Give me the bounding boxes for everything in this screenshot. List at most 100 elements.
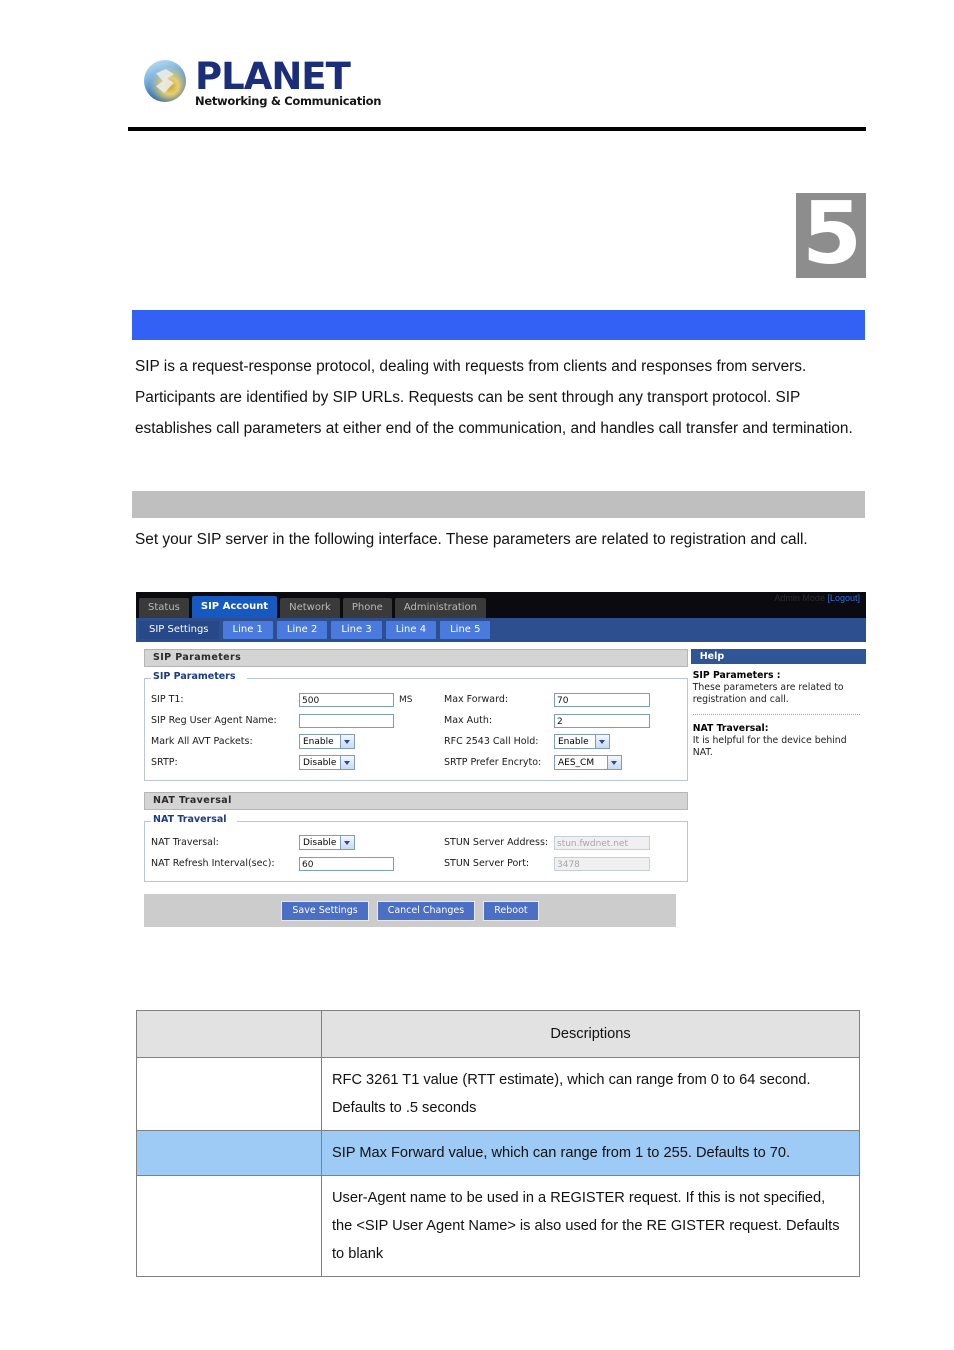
subtab-line-1[interactable]: Line 1	[222, 621, 273, 639]
cell-description: SIP Max Forward value, which can range f…	[321, 1130, 860, 1176]
chevron-down-icon[interactable]	[607, 756, 621, 769]
cell-parameter-name	[136, 1057, 322, 1131]
cancel-changes-button[interactable]: Cancel Changes	[376, 900, 476, 921]
chapter-number-badge: 5	[796, 191, 866, 278]
cell-parameter-name	[136, 1175, 322, 1277]
chevron-down-icon[interactable]	[340, 756, 354, 769]
mark-all-avt-packets-value: Enable	[303, 736, 334, 747]
page-header: PLANET Networking & Communication	[0, 0, 954, 140]
sip-t1-label: SIP T1:	[151, 694, 184, 705]
chapter-title-bar	[132, 310, 865, 340]
srtp-value: Disable	[303, 757, 337, 768]
logo-wordmark: PLANET	[195, 55, 351, 98]
planet-logo: PLANET Networking & Communication	[144, 58, 381, 108]
field-mark-all-avt-packets: Mark All AVT Packets: Enable	[151, 734, 444, 749]
table-header-row: Descriptions	[136, 1010, 860, 1058]
sip-parameters-legend: SIP Parameters	[151, 671, 240, 682]
srtp-prefer-encryto-label: SRTP Prefer Encryto:	[444, 757, 542, 768]
nat-traversal-panel-title: NAT Traversal	[144, 792, 688, 810]
header-divider-rule	[128, 127, 866, 131]
sip-legend-rule	[246, 678, 687, 679]
sip-parameters-panel-title: SIP Parameters	[144, 649, 688, 667]
logo-text-block: PLANET Networking & Communication	[195, 58, 381, 108]
chevron-down-icon[interactable]	[595, 735, 609, 748]
rfc-2543-call-hold-select[interactable]: Enable	[554, 734, 610, 749]
field-rfc-2543-call-hold: RFC 2543 Call Hold: Enable	[444, 734, 610, 749]
mark-all-avt-packets-select[interactable]: Enable	[299, 734, 355, 749]
logout-link[interactable]: [Logout]	[827, 593, 860, 603]
form-row-sip-t1: SIP T1: 500 MS Max Forward: 70	[151, 689, 681, 710]
nat-refresh-interval-label: NAT Refresh Interval(sec):	[151, 858, 275, 869]
sip-t1-unit: MS	[399, 694, 413, 705]
tab-phone[interactable]: Phone	[342, 598, 392, 618]
rfc-2543-call-hold-value: Enable	[558, 736, 589, 747]
webui-button-bar: Save Settings Cancel Changes Reboot	[144, 894, 676, 927]
form-row-sip-reg-ua: SIP Reg User Agent Name: Max Auth: 2	[151, 710, 681, 731]
nat-refresh-interval-input[interactable]: 60	[299, 856, 394, 871]
admin-mode-status: Admin Mode [Logout]	[774, 593, 860, 603]
help-text-sip-parameters: These parameters are related to registra…	[692, 682, 844, 705]
cell-parameter-name	[136, 1130, 322, 1176]
srtp-label: SRTP:	[151, 757, 178, 768]
table-row: SIP Max Forward value, which can range f…	[136, 1130, 860, 1176]
nat-traversal-legend: NAT Traversal	[151, 814, 231, 825]
tab-administration[interactable]: Administration	[394, 598, 487, 618]
field-stun-server-port: STUN Server Port: 3478	[444, 856, 650, 871]
stun-server-address-input[interactable]: stun.fwdnet.net	[554, 835, 650, 850]
intro-paragraph: SIP is a request-response protocol, deal…	[135, 358, 853, 437]
srtp-select[interactable]: Disable	[299, 755, 355, 770]
form-row-mark-avt: Mark All AVT Packets: Enable RFC 2543 Ca…	[151, 731, 681, 752]
subtab-line-5[interactable]: Line 5	[440, 621, 491, 639]
tab-status[interactable]: Status	[139, 598, 189, 618]
tab-network[interactable]: Network	[280, 598, 340, 618]
globe-icon	[144, 60, 186, 102]
nat-traversal-label: NAT Traversal:	[151, 837, 219, 848]
header-cell-name	[136, 1010, 322, 1058]
field-nat-traversal: NAT Traversal: Disable	[151, 835, 444, 850]
subtab-line-4[interactable]: Line 4	[385, 621, 437, 639]
cell-description: User-Agent name to be used in a REGISTER…	[321, 1175, 860, 1277]
chevron-down-icon[interactable]	[340, 735, 354, 748]
max-forward-input[interactable]: 70	[554, 692, 650, 707]
admin-mode-label: Admin Mode	[774, 593, 825, 603]
stun-server-port-input[interactable]: 3478	[554, 856, 650, 871]
sip-reg-user-agent-name-input[interactable]	[299, 713, 394, 728]
help-text-nat-traversal: It is helpful for the device behind NAT.	[692, 735, 847, 758]
max-auth-label: Max Auth:	[444, 715, 493, 726]
tab-sip-account[interactable]: SIP Account	[191, 596, 278, 618]
help-term-sip-parameters: SIP Parameters :	[692, 670, 781, 681]
nat-legend-rule	[236, 821, 687, 822]
nat-traversal-select[interactable]: Disable	[299, 835, 355, 850]
sip-reg-user-agent-name-label: SIP Reg User Agent Name:	[151, 715, 277, 726]
field-srtp: SRTP: Disable	[151, 755, 444, 770]
sip-t1-input[interactable]: 500	[299, 692, 394, 707]
max-auth-input[interactable]: 2	[554, 713, 650, 728]
rfc-2543-call-hold-label: RFC 2543 Call Hold:	[444, 736, 539, 747]
table-row: RFC 3261 T1 value (RTT estimate), which …	[136, 1057, 860, 1131]
subtab-sip-settings[interactable]: SIP Settings	[139, 621, 219, 639]
stun-server-address-label: STUN Server Address:	[444, 837, 549, 848]
table-row: User-Agent name to be used in a REGISTER…	[136, 1175, 860, 1277]
help-panel-body: SIP Parameters : These parameters are re…	[691, 664, 866, 759]
srtp-prefer-encryto-select[interactable]: AES_CM	[554, 755, 622, 770]
interface-paragraph: Set your SIP server in the following int…	[135, 531, 808, 548]
nat-traversal-fieldset: NAT Traversal NAT Traversal: Disable STU…	[144, 814, 688, 882]
help-divider	[692, 714, 860, 715]
webui-main-column: SIP Parameters SIP Parameters SIP T1: 50…	[136, 649, 688, 882]
help-panel-title: Help	[690, 649, 866, 664]
device-webui-screenshot: Status SIP Account Network Phone Adminis…	[136, 592, 866, 941]
sip-parameters-fieldset: SIP Parameters SIP T1: 500 MS Max Forwar…	[144, 671, 688, 781]
help-panel: Help SIP Parameters : These parameters a…	[690, 649, 866, 882]
logo-tagline: Networking & Communication	[195, 94, 382, 108]
subtab-line-3[interactable]: Line 3	[331, 621, 382, 639]
nat-traversal-form: NAT Traversal: Disable STUN Server Addre…	[151, 832, 681, 874]
chevron-down-icon[interactable]	[340, 836, 354, 849]
stun-server-port-label: STUN Server Port:	[444, 858, 530, 869]
form-row-nat-traversal: NAT Traversal: Disable STUN Server Addre…	[151, 832, 681, 853]
save-settings-button[interactable]: Save Settings	[281, 900, 369, 921]
reboot-button[interactable]: Reboot	[483, 900, 539, 921]
subtab-line-2[interactable]: Line 2	[276, 621, 328, 639]
descriptions-table: Descriptions RFC 3261 T1 value (RTT esti…	[136, 1010, 860, 1277]
field-sip-reg-user-agent-name: SIP Reg User Agent Name:	[151, 713, 444, 728]
max-forward-label: Max Forward:	[444, 694, 509, 705]
